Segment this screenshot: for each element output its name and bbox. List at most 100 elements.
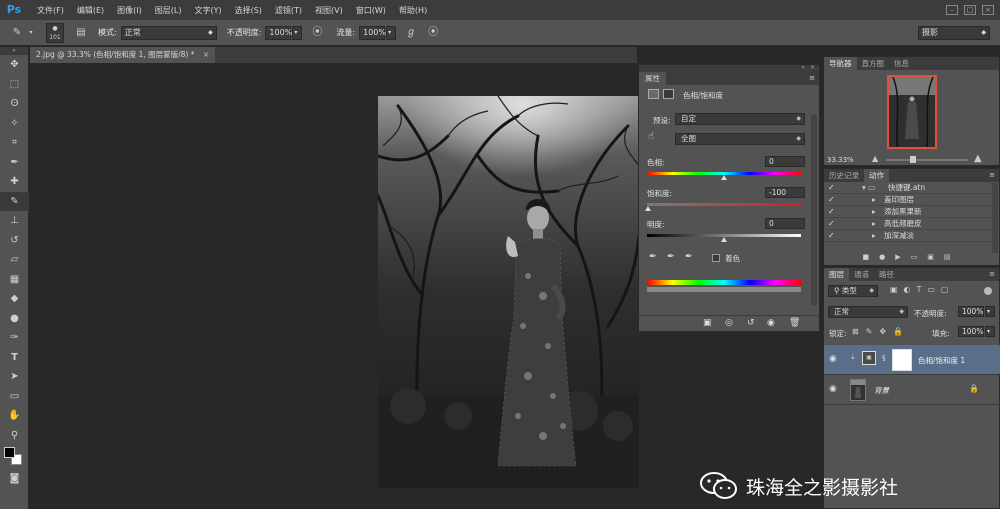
actions-scrollbar[interactable] [992, 183, 998, 253]
healing-brush-tool-icon[interactable]: ✚ [0, 172, 29, 192]
menu-edit[interactable]: 编辑(E) [77, 5, 104, 16]
eye-icon[interactable]: ◉ [829, 384, 837, 394]
layer-name[interactable]: 色相/饱和度 1 [918, 355, 965, 366]
eraser-tool-icon[interactable]: ▱ [0, 250, 29, 270]
zoom-slider-thumb[interactable] [910, 156, 916, 163]
trash-icon[interactable]: ▤ [944, 253, 961, 261]
fill-input[interactable]: 100% [958, 326, 984, 337]
expand-arrow-icon[interactable]: ▸ [872, 218, 876, 229]
menu-window[interactable]: 窗口(W) [356, 5, 386, 16]
quick-mask-icon[interactable]: ◙ [0, 469, 29, 489]
brush-tool-icon[interactable]: ✎ [0, 191, 29, 211]
close-icon[interactable]: × [810, 64, 815, 71]
lock-icons[interactable]: ⊠✎✥🔒 [852, 327, 910, 336]
opacity-input[interactable]: 100% [265, 25, 292, 40]
layer-row-selected[interactable]: ◉ ⇣ ▣ § 色相/饱和度 1 [824, 345, 1000, 375]
new-action-icon[interactable]: ▣ [927, 253, 944, 261]
document-tab[interactable]: 2.jpg @ 33.3% (色相/饱和度 1, 图层蒙版/8) * × [30, 47, 215, 63]
colorize-checkbox[interactable] [712, 254, 720, 262]
tab-actions[interactable]: 动作 [864, 169, 889, 182]
zoom-slider[interactable] [886, 159, 968, 161]
menu-select[interactable]: 选择(S) [235, 5, 262, 16]
zoom-tool-icon[interactable]: ⚲ [0, 426, 29, 446]
tab-channels[interactable]: 通道 [849, 268, 874, 281]
menu-help[interactable]: 帮助(H) [399, 5, 427, 16]
mode-select[interactable]: 正常 ◆ [120, 25, 217, 40]
eyedropper-icon[interactable]: ✒ [649, 252, 657, 262]
maximize-icon[interactable]: □ [964, 5, 976, 15]
check-icon[interactable]: ✓ [828, 206, 835, 217]
mask-icon[interactable] [663, 89, 674, 99]
clone-stamp-tool-icon[interactable]: ⊥ [0, 211, 29, 231]
zoom-in-icon[interactable]: ▲ [974, 153, 982, 164]
workspace-select[interactable]: 摄影 ◆ [918, 25, 990, 40]
check-icon[interactable]: ✓ [828, 218, 835, 229]
eyedropper-plus-icon[interactable]: ✒ [667, 252, 675, 262]
menu-view[interactable]: 视图(V) [315, 5, 343, 16]
dodge-tool-icon[interactable]: ● [0, 309, 29, 329]
brush-tool-icon[interactable]: ✎ [10, 26, 24, 40]
tab-history[interactable]: 历史记录 [824, 169, 864, 182]
eye-icon[interactable]: ◉ [829, 354, 837, 364]
layer-mask-thumbnail[interactable] [892, 349, 912, 371]
hue-slider-thumb[interactable] [721, 175, 727, 180]
hue-input[interactable]: 0 [765, 156, 805, 167]
layer-row[interactable]: ◉ 背景 🔒 [824, 375, 1000, 405]
preset-select[interactable]: 自定 ◆ [675, 113, 805, 125]
tools-collapse-icon[interactable]: » [0, 47, 28, 55]
flow-input[interactable]: 100% [359, 25, 386, 40]
tab-paths[interactable]: 路径 [874, 268, 899, 281]
trash-icon[interactable]: 🗑 [789, 318, 800, 328]
minimize-icon[interactable]: – [946, 5, 958, 15]
targeted-adjustment-hand-icon[interactable]: ☝ [648, 131, 654, 142]
expand-arrow-icon[interactable]: ▸ [872, 230, 876, 241]
brush-panel-icon[interactable]: ▤ [74, 26, 88, 40]
marquee-tool-icon[interactable]: ⬚ [0, 75, 29, 95]
tab-info[interactable]: 信息 [889, 57, 914, 70]
airbrush-icon[interactable]: ℊ [404, 26, 418, 40]
layer-opacity-dropdown[interactable]: ▾ [985, 306, 995, 317]
tab-layers[interactable]: 图层 [824, 268, 849, 281]
view-previous-icon[interactable]: ◎ [725, 318, 733, 328]
menu-filter[interactable]: 滤镜(T) [275, 5, 302, 16]
crop-tool-icon[interactable]: ⌗ [0, 133, 29, 153]
fill-dropdown[interactable]: ▾ [985, 326, 995, 337]
path-select-tool-icon[interactable]: ➤ [0, 367, 29, 387]
opacity-dropdown[interactable]: ▾ [292, 25, 303, 40]
tab-navigator[interactable]: 导航器 [824, 57, 857, 70]
eyedropper-minus-icon[interactable]: ✒ [685, 252, 693, 262]
layer-name[interactable]: 背景 [874, 385, 889, 396]
reset-icon[interactable]: ↺ [747, 318, 755, 328]
close-icon[interactable]: × [982, 5, 994, 15]
clip-to-layer-icon[interactable]: ▣ [703, 318, 712, 328]
tab-histogram[interactable]: 直方图 [857, 57, 890, 70]
play-icon[interactable]: ▶ [895, 253, 910, 261]
check-icon[interactable]: ✓ [828, 182, 835, 193]
action-row[interactable]: ✓ ▸ 添加黑果新 [824, 206, 999, 218]
menu-type[interactable]: 文字(Y) [194, 5, 221, 16]
action-row[interactable]: ✓ ▸ 盖印图层 [824, 194, 999, 206]
tab-properties[interactable]: 属性 [639, 72, 666, 85]
lasso-tool-icon[interactable]: ʘ [0, 94, 29, 114]
navigator-thumbnail[interactable] [887, 75, 937, 149]
action-row[interactable]: ✓ ▸ 高低频磨皮 [824, 218, 999, 230]
panel-menu-icon[interactable]: ≡ [809, 72, 815, 85]
flow-dropdown[interactable]: ▾ [386, 25, 397, 40]
brush-preset-picker[interactable]: ● 101 [46, 22, 64, 43]
expand-arrow-icon[interactable]: ▸ [872, 206, 876, 217]
expand-arrow-icon[interactable]: ▸ [872, 194, 876, 205]
zoom-value[interactable]: 33.33% [827, 156, 854, 164]
link-icon[interactable]: § [882, 354, 886, 362]
shape-tool-icon[interactable]: ▭ [0, 387, 29, 407]
blend-mode-select[interactable]: 正常 ◆ [828, 306, 908, 318]
action-row[interactable]: ✓ ▸ 加深减淡 [824, 230, 999, 242]
lightness-input[interactable]: 0 [765, 218, 805, 229]
action-set-row[interactable]: ✓ ▾ ▭ 快捷键.atn [824, 182, 999, 194]
stop-icon[interactable]: ■ [863, 253, 880, 261]
saturation-slider-track[interactable] [647, 203, 801, 206]
menu-image[interactable]: 图像(I) [117, 5, 142, 16]
panel-menu-icon[interactable]: ≡ [989, 268, 995, 281]
collapse-icon[interactable]: » [801, 64, 805, 71]
move-tool-icon[interactable]: ✥ [0, 55, 29, 75]
history-brush-tool-icon[interactable]: ↺ [0, 231, 29, 251]
